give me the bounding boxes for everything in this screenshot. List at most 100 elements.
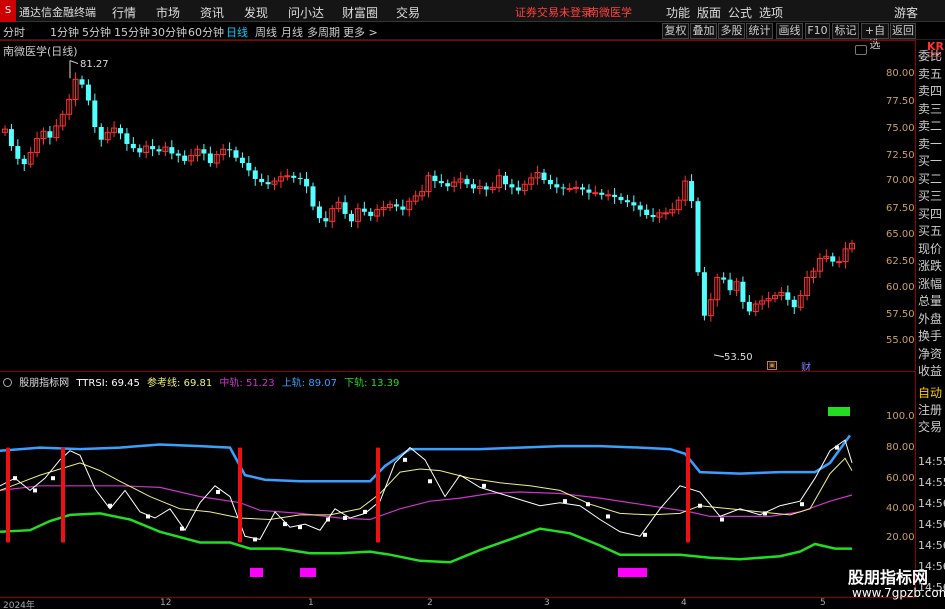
trade-time: 14:56 — [918, 539, 945, 552]
period-30min[interactable]: 30分钟 — [151, 24, 187, 40]
signal-block-green — [828, 407, 850, 416]
menu-item-gongshi[interactable]: 公式 — [728, 4, 752, 21]
period-more[interactable]: 更多 > — [343, 24, 378, 40]
f10-button[interactable]: F10 — [805, 23, 830, 39]
kline-panel[interactable]: 南微医学(日线) 80.00 77.50 75.00 72.50 70.00 6… — [0, 40, 916, 374]
menu-item-gongneng[interactable]: 功能 — [666, 4, 690, 21]
price-label: 75.00 — [886, 123, 915, 134]
watermark-url: www.7gpzb.com — [852, 586, 945, 600]
indicator-y-label: 20.00 — [886, 532, 915, 543]
signal-block — [250, 568, 263, 577]
period-15min[interactable]: 15分钟 — [114, 24, 150, 40]
fuquan-button[interactable]: 复权 — [662, 23, 689, 39]
period-daily[interactable]: 日线 — [226, 24, 248, 40]
huaxian-button[interactable]: 画线 — [776, 23, 803, 39]
candle-body — [515, 187, 521, 191]
period-fenshi[interactable]: 分时 — [3, 24, 25, 40]
quote-label: 卖三 — [918, 101, 943, 116]
sidebar-link[interactable]: 注册 — [918, 401, 942, 418]
sidebar-link[interactable]: 交易 — [918, 418, 942, 435]
ttrsi-dot — [586, 502, 590, 507]
login-status[interactable]: 证券交易未登录 — [515, 4, 592, 20]
trade-time: 14:56 — [918, 518, 945, 531]
ttrsi-dot — [606, 514, 610, 519]
guest-button[interactable]: 游客 — [894, 4, 918, 21]
candle-body — [618, 196, 624, 201]
menu-item-faxian[interactable]: 发现 — [244, 4, 268, 21]
candle-body — [207, 153, 213, 164]
candle-body — [393, 204, 399, 207]
candle-body — [316, 206, 322, 219]
candle-body — [560, 187, 566, 189]
candle-body — [227, 149, 233, 151]
candle-body — [130, 143, 136, 149]
duogu-button[interactable]: 多股 — [718, 23, 745, 39]
signal-block — [300, 568, 316, 577]
app-title: 通达信金融终端 — [19, 6, 96, 19]
diejia-button[interactable]: 叠加 — [690, 23, 717, 39]
candle-body — [445, 183, 451, 187]
menu-item-caifuquan[interactable]: 财富圈 — [342, 4, 378, 21]
menu-item-zixun[interactable]: 资讯 — [200, 4, 224, 21]
date-label: 4 — [681, 598, 687, 608]
period-multi[interactable]: 多周期 — [307, 24, 340, 40]
candle-body — [689, 181, 695, 202]
tongji-button[interactable]: 统计 — [746, 23, 773, 39]
candle-body — [239, 157, 245, 164]
ttrsi-dot — [283, 522, 287, 527]
ttrsi-dot — [643, 532, 647, 537]
signal-bar — [376, 447, 380, 543]
candle-body — [580, 187, 585, 190]
ttrsi-dot — [108, 503, 112, 508]
candle-body — [175, 153, 181, 156]
indicator-panel[interactable]: 股朋指标网 TTRSI: 69.45 参考线: 69.81 中轨: 51.23 … — [0, 371, 916, 597]
menu-item-banmian[interactable]: 版面 — [697, 4, 721, 21]
candle-body — [118, 128, 123, 134]
candle-body — [566, 187, 573, 190]
ttrsi-dot — [563, 499, 567, 504]
period-60min[interactable]: 60分钟 — [188, 24, 224, 40]
menu-item-xuanxiang[interactable]: 选项 — [759, 4, 783, 21]
quote-label: 买三 — [918, 189, 943, 203]
back-button[interactable]: 返回 — [890, 23, 916, 39]
add-watchlist-button[interactable]: +自选 — [861, 23, 889, 51]
info-badge-icon[interactable]: ▣ — [767, 361, 777, 370]
ttrsi-dot — [428, 479, 432, 484]
menu-item-hangqing[interactable]: 行情 — [112, 4, 136, 21]
price-label: 60.00 — [886, 282, 915, 293]
candle-body — [156, 149, 162, 152]
quote-label: 买五 — [918, 224, 943, 238]
period-1min[interactable]: 1分钟 — [50, 24, 79, 40]
menu-item-jiaoyi[interactable]: 交易 — [396, 4, 420, 21]
sidebar-link[interactable]: 自动 — [918, 384, 942, 401]
candle-body — [624, 200, 630, 203]
date-axis: 2024年 12 1 2 3 4 5 — [0, 597, 916, 609]
candle-body — [79, 79, 85, 85]
candle-body — [464, 178, 470, 185]
candle-body — [605, 194, 612, 197]
period-monthly[interactable]: 月线 — [281, 24, 303, 40]
menu-item-shichang[interactable]: 市场 — [156, 4, 180, 21]
quote-label: 委比 — [918, 49, 943, 63]
period-5min[interactable]: 5分钟 — [82, 24, 111, 40]
period-weekly[interactable]: 周线 — [255, 24, 277, 40]
signal-block — [618, 568, 647, 577]
candle-body — [246, 163, 252, 171]
biaoji-button[interactable]: 标记 — [832, 23, 859, 39]
low-annotation: 53.50 — [724, 352, 753, 363]
period-toolbar: 分时 1分钟 5分钟 15分钟 30分钟 60分钟 日线 周线 月线 多周期 更… — [0, 22, 945, 51]
candle-body — [8, 129, 14, 147]
candle-body — [836, 261, 843, 264]
candle-body — [323, 218, 329, 222]
ttrsi-dot — [298, 525, 302, 530]
menu-item-wenxiaoda[interactable]: 问小达 — [288, 4, 324, 21]
date-label: 5 — [820, 598, 826, 608]
candle-body — [265, 182, 271, 185]
date-label: 1 — [308, 598, 314, 608]
candle-body — [746, 301, 752, 312]
candle-body — [169, 147, 175, 154]
indicator-y-label: 100.0 — [886, 411, 915, 422]
price-label: 70.00 — [886, 175, 915, 186]
candle-body — [98, 127, 104, 140]
candle-body — [650, 214, 656, 218]
